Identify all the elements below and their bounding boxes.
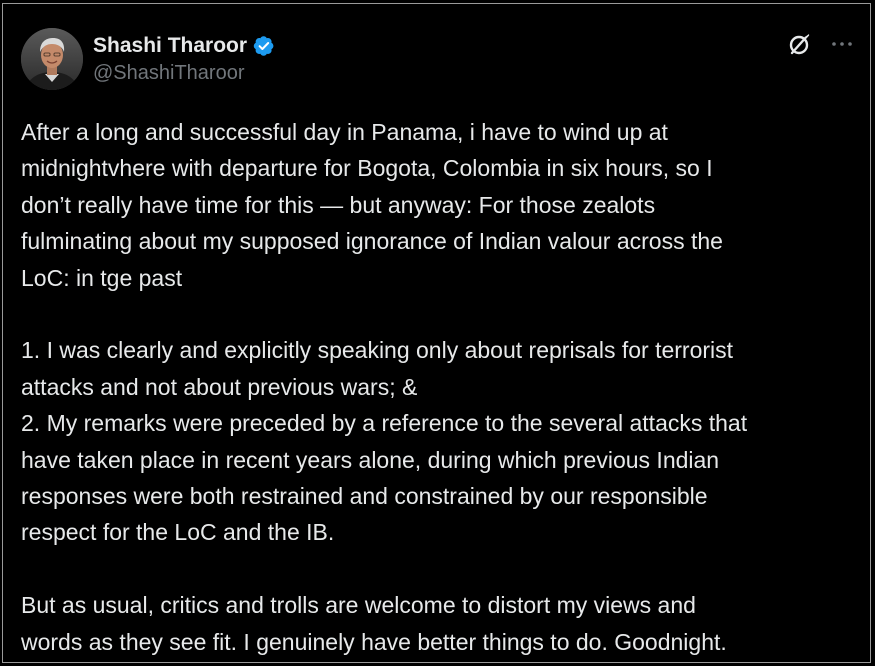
tweet-text: After a long and successful day in Panam… [21,119,748,655]
header-actions [786,30,856,58]
name-row: Shashi Tharoor [93,32,275,60]
author-display-name[interactable]: Shashi Tharoor [93,34,247,58]
author-handle[interactable]: @ShashiTharoor [93,62,275,85]
author-info: Shashi Tharoor @ShashiTharoor [93,32,275,85]
grok-icon[interactable] [786,30,814,58]
tweet-card: Shashi Tharoor @ShashiTharoor After a lo… [2,3,871,663]
user-avatar-photo [21,28,83,90]
avatar[interactable] [21,28,83,90]
verified-badge-icon[interactable] [253,35,275,57]
more-options-icon[interactable] [828,30,856,58]
tweet-header: Shashi Tharoor @ShashiTharoor [21,28,856,92]
